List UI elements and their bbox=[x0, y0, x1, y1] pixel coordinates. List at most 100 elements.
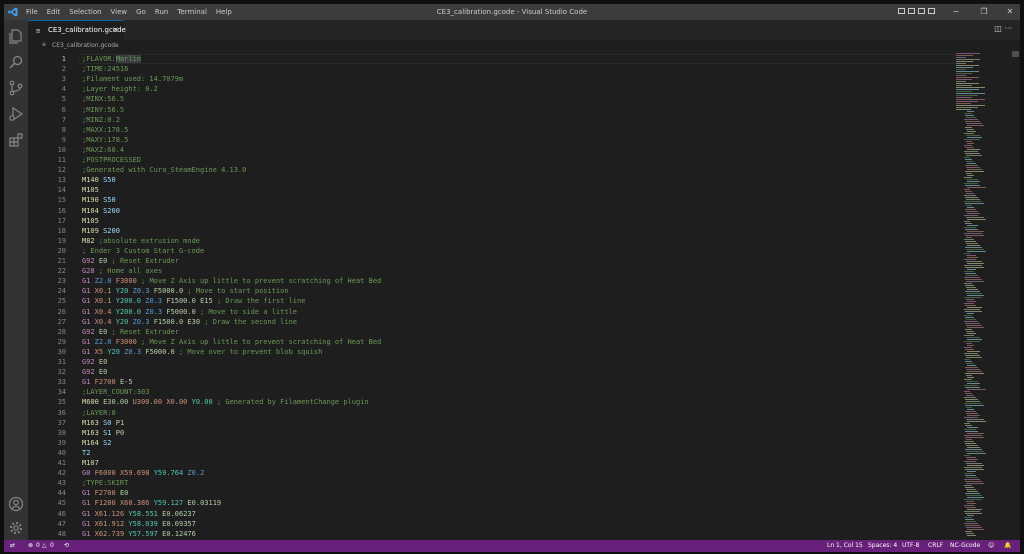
warning-icon[interactable]: △ bbox=[42, 542, 47, 549]
code-line[interactable]: 13 M140 S50 bbox=[28, 175, 954, 185]
code-line[interactable]: 35 M600 E30.00 U300.00 X0.00 Y0.00 ; Gene… bbox=[28, 397, 954, 407]
code-line[interactable]: 11 ;POSTPROCESSED bbox=[28, 155, 954, 165]
code-line[interactable]: 32 G92 E0 bbox=[28, 367, 954, 377]
line-number: 34 bbox=[57, 388, 66, 397]
remote-indicator-icon[interactable]: ⇄ bbox=[10, 542, 15, 549]
code-line[interactable]: 29 G1 Z2.0 F3000 ; Move Z Axis up little … bbox=[28, 337, 954, 347]
code-line[interactable]: 16 M104 S200 bbox=[28, 206, 954, 216]
cursor-position[interactable]: Ln 1, Col 15 bbox=[827, 542, 863, 549]
code-line[interactable]: 30 G1 X5 Y20 Z0.3 F5000.0 ; Move over to … bbox=[28, 347, 954, 357]
code-line[interactable]: 43 ;TYPE:SKIRT bbox=[28, 478, 954, 488]
tab-ce3-calibration[interactable]: ≡ CE3_calibration.gcode × bbox=[28, 20, 126, 40]
code-line[interactable]: 25 G1 X0.1 Y200.0 Z0.3 F1500.0 E15 ; Draw… bbox=[28, 296, 954, 306]
minimap[interactable] bbox=[954, 51, 1010, 540]
token: ; Home all axes bbox=[98, 267, 163, 276]
scrollbar-thumb[interactable] bbox=[1012, 51, 1019, 57]
notifications-bell-icon[interactable]: 🔔 bbox=[1004, 542, 1011, 549]
code-line[interactable]: 7 ;MINZ:0.2 bbox=[28, 115, 954, 125]
line-text: ;MAXZ:60.4 bbox=[82, 145, 124, 155]
code-line[interactable]: 48 G1 X62.739 Y57.597 E0.12476 bbox=[28, 529, 954, 539]
code-line[interactable]: 33 G1 F2700 E-5 bbox=[28, 377, 954, 387]
language-mode[interactable]: NC-Gcode bbox=[950, 542, 980, 549]
restore-button[interactable]: ❐ bbox=[970, 4, 998, 20]
code-line[interactable]: 1 ;FLAVOR:Marlin bbox=[28, 54, 954, 64]
code-editor[interactable]: 1 ;FLAVOR:Marlin 2 ;TIME:24516 3 ;Filament us… bbox=[28, 51, 954, 540]
line-text: ;MAXX:178.5 bbox=[82, 125, 128, 135]
editor-actions[interactable]: ◫ ··· bbox=[994, 24, 1012, 33]
minimap-line bbox=[956, 109, 971, 110]
code-line[interactable]: 46 G1 X61.126 Y58.551 E0.06237 bbox=[28, 509, 954, 519]
toggle-panel-icon[interactable] bbox=[908, 8, 915, 14]
code-line[interactable]: 22 G28 ; Home all axes bbox=[28, 266, 954, 276]
customize-layout-icon[interactable] bbox=[928, 8, 935, 14]
close-button[interactable]: ✕ bbox=[996, 4, 1020, 20]
code-line[interactable]: 45 G1 F1200 X60.386 Y59.127 E0.03119 bbox=[28, 498, 954, 508]
code-line[interactable]: 19 M82 ;absolute extrusion mode bbox=[28, 236, 954, 246]
search-icon[interactable] bbox=[8, 54, 24, 70]
toggle-primary-sidebar-icon[interactable] bbox=[898, 8, 905, 14]
code-line[interactable]: 4 ;Layer height: 0.2 bbox=[28, 84, 954, 94]
code-line[interactable]: 12 ;Generated with Cura_SteamEngine 4.13.… bbox=[28, 165, 954, 175]
settings-gear-icon[interactable] bbox=[8, 520, 24, 536]
explorer-icon[interactable] bbox=[8, 28, 24, 44]
code-line[interactable]: 24 G1 X0.1 Y20 Z0.3 F5000.0 ; Move to sta… bbox=[28, 286, 954, 296]
run-debug-icon[interactable] bbox=[8, 106, 24, 122]
code-line[interactable]: 27 G1 X0.4 Y20 Z0.3 F1500.0 E30 ; Draw th… bbox=[28, 317, 954, 327]
code-line[interactable]: 5 ;MINX:56.5 bbox=[28, 94, 954, 104]
line-text: ;LAYER_COUNT:303 bbox=[82, 387, 149, 397]
minimap-line bbox=[966, 375, 972, 376]
warning-count[interactable]: 0 bbox=[50, 542, 54, 549]
tab-close-icon[interactable]: × bbox=[112, 25, 119, 34]
code-line[interactable]: 31 G92 E0 bbox=[28, 357, 954, 367]
indentation[interactable]: Spaces: 4 bbox=[868, 542, 897, 549]
minimap-line bbox=[967, 225, 978, 226]
code-line[interactable]: 21 G92 E0 ; Reset Extruder bbox=[28, 256, 954, 266]
code-line[interactable]: 18 M109 S200 bbox=[28, 226, 954, 236]
minimap-line bbox=[964, 139, 980, 140]
toggle-secondary-sidebar-icon[interactable] bbox=[918, 8, 925, 14]
code-line[interactable]: 2 ;TIME:24516 bbox=[28, 64, 954, 74]
error-icon[interactable]: ⊗ bbox=[28, 542, 33, 549]
code-line[interactable]: 39 M164 S2 bbox=[28, 438, 954, 448]
code-line[interactable]: 10 ;MAXZ:60.4 bbox=[28, 145, 954, 155]
minimize-button[interactable]: − bbox=[942, 4, 970, 20]
code-line[interactable]: 40 T2 bbox=[28, 448, 954, 458]
error-count[interactable]: 0 bbox=[36, 542, 40, 549]
code-line[interactable]: 38 M163 S1 P0 bbox=[28, 428, 954, 438]
breadcrumb-file[interactable]: CE3_calibration.gcode bbox=[52, 42, 119, 49]
token: ; Reset Extruder bbox=[111, 327, 179, 336]
code-line[interactable]: 14 M105 bbox=[28, 185, 954, 195]
code-line[interactable]: 3 ;Filament used: 14.7079m bbox=[28, 74, 954, 84]
extensions-icon[interactable] bbox=[8, 132, 24, 148]
code-line[interactable]: 34 ;LAYER_COUNT:303 bbox=[28, 387, 954, 397]
code-line[interactable]: 8 ;MAXX:178.5 bbox=[28, 125, 954, 135]
code-line[interactable]: 15 M190 S50 bbox=[28, 195, 954, 205]
sync-icon[interactable]: ⟲ bbox=[64, 542, 69, 549]
end-of-line[interactable]: CRLF bbox=[928, 542, 943, 549]
minimap-line bbox=[966, 249, 984, 250]
minimap-line bbox=[956, 67, 973, 68]
minimap-line bbox=[965, 437, 984, 438]
token: F2700 bbox=[94, 489, 116, 498]
code-line[interactable]: 6 ;MINY:56.5 bbox=[28, 105, 954, 115]
code-line[interactable]: 44 G1 F2700 E0 bbox=[28, 488, 954, 498]
code-line[interactable]: 17 M105 bbox=[28, 216, 954, 226]
minimap-line bbox=[965, 121, 980, 122]
source-control-icon[interactable] bbox=[8, 80, 24, 96]
code-line[interactable]: 42 G0 F6000 X59.698 Y59.764 Z0.2 bbox=[28, 468, 954, 478]
code-line[interactable]: 20 ; Ender 3 Custom Start G-code bbox=[28, 246, 954, 256]
account-icon[interactable] bbox=[8, 496, 24, 512]
code-line[interactable]: 36 ;LAYER:0 bbox=[28, 408, 954, 418]
code-line[interactable]: 23 G1 Z2.0 F3000 ; Move Z Axis up little … bbox=[28, 276, 954, 286]
vertical-scrollbar[interactable] bbox=[1010, 51, 1020, 540]
minimap-line bbox=[967, 345, 974, 346]
code-line[interactable]: 9 ;MAXY:178.5 bbox=[28, 135, 954, 145]
code-line[interactable]: 28 G92 E0 ; Reset Extruder bbox=[28, 327, 954, 337]
feedback-icon[interactable]: ☺ bbox=[988, 542, 994, 549]
code-line[interactable]: 41 M107 bbox=[28, 458, 954, 468]
code-line[interactable]: 37 M163 S0 P1 bbox=[28, 418, 954, 428]
encoding[interactable]: UTF-8 bbox=[902, 542, 920, 549]
minimap-line bbox=[966, 381, 978, 382]
code-line[interactable]: 47 G1 X61.912 Y58.039 E0.09357 bbox=[28, 519, 954, 529]
code-line[interactable]: 26 G1 X0.4 Y200.0 Z0.3 F5000.0 ; Move to … bbox=[28, 307, 954, 317]
